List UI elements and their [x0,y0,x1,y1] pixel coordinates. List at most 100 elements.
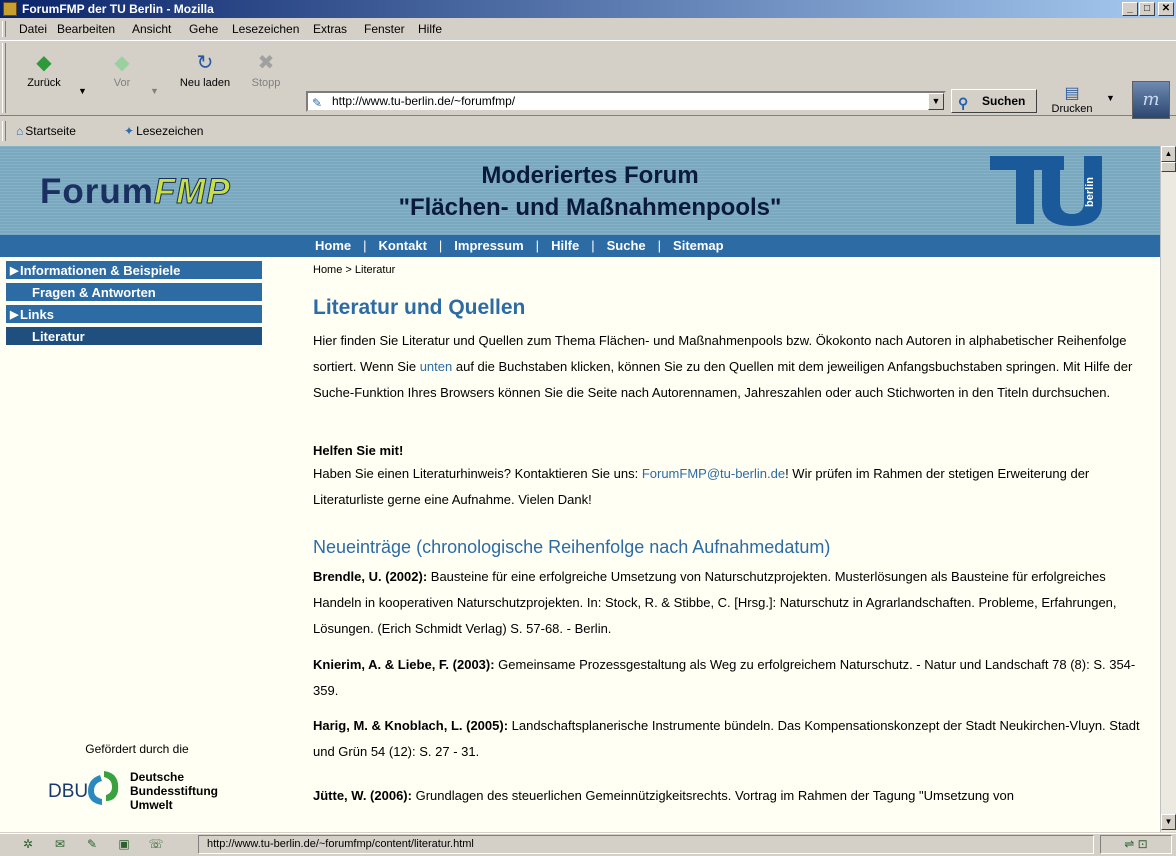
expand-arrow-icon: ▶ [10,265,19,277]
main-content: Home > Literatur Literatur und Quellen H… [313,257,1148,832]
toolbar-grip[interactable] [2,21,6,37]
sidebar-item-literatur[interactable]: Literatur [6,327,262,347]
dbu-name-1: Deutsche [130,770,184,784]
tu-logo-text: berlin [1084,177,1096,207]
url-history-dropdown[interactable]: ▼ [928,93,944,110]
title-bar: ForumFMP der TU Berlin - Mozilla _ □ ✕ [0,0,1176,18]
forward-label: Vor [113,77,131,89]
menu-bar: Datei Bearbeiten Ansicht Gehe Lesezeiche… [0,19,1176,39]
mail-icon[interactable]: ✉ [52,836,68,852]
search-icon: ⚲ [958,95,969,111]
entry-author: Harig, M. & Knoblach, L. (2005): [313,718,509,733]
search-button[interactable]: ⚲ Suchen [951,89,1037,113]
url-input[interactable]: ✎ http://www.tu-berlin.de/~forumfmp/ ▼ [306,91,946,112]
literature-entry: Jütte, W. (2006): Grundlagen des steuerl… [313,783,1148,809]
tu-logo-stem [1016,170,1034,224]
print-dropdown[interactable]: ▼ [1106,93,1115,103]
menu-datei[interactable]: Datei [19,19,47,39]
chat-icon[interactable]: ☏ [148,836,164,852]
minimize-button[interactable]: _ [1122,2,1138,16]
menu-extras[interactable]: Extras [313,19,347,39]
back-button[interactable]: ◆ Zurück [22,51,66,89]
sponsor-text: Gefördert durch die [85,742,189,756]
sidebar-item-fragen[interactable]: Fragen & Antworten [6,283,262,303]
nav-sitemap[interactable]: Sitemap [673,238,724,253]
reload-label: Neu laden [179,77,231,89]
menu-ansicht[interactable]: Ansicht [132,19,171,39]
reload-button[interactable]: ↻ Neu laden [170,51,240,89]
print-label: Drucken [1051,103,1093,115]
url-text: http://www.tu-berlin.de/~forumfmp/ [332,94,516,108]
dbu-name-2: Bundesstiftung [130,784,218,798]
bookmark-lesezeichen[interactable]: ✦ Lesezeichen [124,117,203,145]
dbu-leaf-icon [88,775,102,805]
print-button[interactable]: ▤ Drucken [1046,85,1098,117]
nav-kontakt[interactable]: Kontakt [379,238,427,253]
sidebar-item-label: Links [20,307,54,322]
maximize-button[interactable]: □ [1139,2,1155,16]
site-header: ForumFMP Moderiertes Forum "Flächen- und… [0,146,1160,235]
online-status-icon: ⇌ [1124,837,1135,851]
browser-window: ForumFMP der TU Berlin - Mozilla _ □ ✕ D… [0,0,1176,856]
breadcrumb[interactable]: Home > Literatur [313,263,395,277]
dbu-logo[interactable]: DBU Deutsche Bundesstiftung Umwelt [48,767,248,811]
bookmark-startseite[interactable]: ⌂ Startseite [16,117,76,145]
nav-home[interactable]: Home [315,238,351,253]
expand-arrow-icon: ▶ [10,309,19,321]
stop-label: Stopp [251,77,281,89]
dbu-name-3: Umwelt [130,798,173,811]
nav-hilfe[interactable]: Hilfe [551,238,579,253]
toolbar-grip[interactable] [2,43,6,113]
close-button[interactable]: ✕ [1158,2,1174,16]
letters-anchor-link[interactable]: unten [420,359,453,374]
menu-hilfe[interactable]: Hilfe [418,19,442,39]
menu-bearbeiten[interactable]: Bearbeiten [57,19,115,39]
back-arrow-icon: ◆ [36,52,52,74]
nav-impressum[interactable]: Impressum [454,238,523,253]
nav-suche[interactable]: Suche [607,238,646,253]
entry-author: Jütte, W. (2006): [313,788,412,803]
sidebar-item-informationen[interactable]: ▶ Informationen & Beispiele [6,261,262,281]
scroll-thumb[interactable] [1161,162,1176,172]
scroll-down-button[interactable]: ▼ [1161,814,1176,830]
menu-fenster[interactable]: Fenster [364,19,405,39]
literature-entry: Knierim, A. & Liebe, F. (2003): Gemeinsa… [313,652,1148,704]
nav-separator: | [591,238,595,253]
back-history-dropdown[interactable]: ▼ [78,86,87,96]
scroll-up-button[interactable]: ▲ [1161,146,1176,162]
sidebar-item-label: Literatur [32,329,85,344]
tu-berlin-logo[interactable]: berlin [990,152,1110,228]
stop-button[interactable]: ✖ Stopp [244,51,288,89]
online-security-indicator[interactable]: ⇌ ⊡ [1100,835,1172,854]
navigator-icon[interactable]: ✲ [20,836,36,852]
nav-separator: | [363,238,367,253]
menu-lesezeichen[interactable]: Lesezeichen [232,19,299,39]
reload-icon: ↻ [196,52,214,74]
forward-history-dropdown[interactable]: ▼ [150,86,159,96]
nav-separator: | [535,238,540,253]
entry-text: Bausteine für eine erfolgreiche Umsetzun… [313,569,1117,636]
composer-icon[interactable]: ✎ [84,836,100,852]
sidebar-item-label: Informationen & Beispiele [20,263,181,278]
forward-button[interactable]: ◆ Vor [100,51,144,89]
vertical-scrollbar[interactable]: ▲ ▼ [1160,146,1176,832]
site-favicon-icon: ✎ [312,96,323,110]
forward-arrow-icon: ◆ [114,52,130,74]
bookmarks-toolbar: ⌂ Startseite ✦ Lesezeichen [0,117,1176,145]
help-text: Haben Sie einen Literaturhinweis? Kontak… [313,466,642,481]
bookmark-label: Startseite [25,124,76,138]
status-url: http://www.tu-berlin.de/~forumfmp/conten… [198,835,1094,854]
entry-text: Grundlagen des steuerlichen Gemeinnützig… [411,788,1014,803]
back-label: Zurück [27,77,61,89]
mozilla-app-icon [3,2,17,16]
dbu-abbr: DBU [48,781,88,802]
top-navigation: Home | Kontakt | Impressum | Hilfe | Suche | Sitem… [0,235,1160,257]
menu-gehe[interactable]: Gehe [189,19,218,39]
addressbook-icon[interactable]: ▣ [116,836,132,852]
search-label: Suchen [982,94,1026,108]
entry-author: Knierim, A. & Liebe, F. (2003): [313,657,495,672]
navigation-toolbar: ◆ Zurück ▼ ◆ Vor ▼ ↻ Neu laden ✖ Stopp ✎… [0,40,1176,119]
toolbar-grip[interactable] [2,121,6,141]
email-link[interactable]: ForumFMP@tu-berlin.de [642,466,785,481]
sidebar-item-links[interactable]: ▶ Links [6,305,262,325]
